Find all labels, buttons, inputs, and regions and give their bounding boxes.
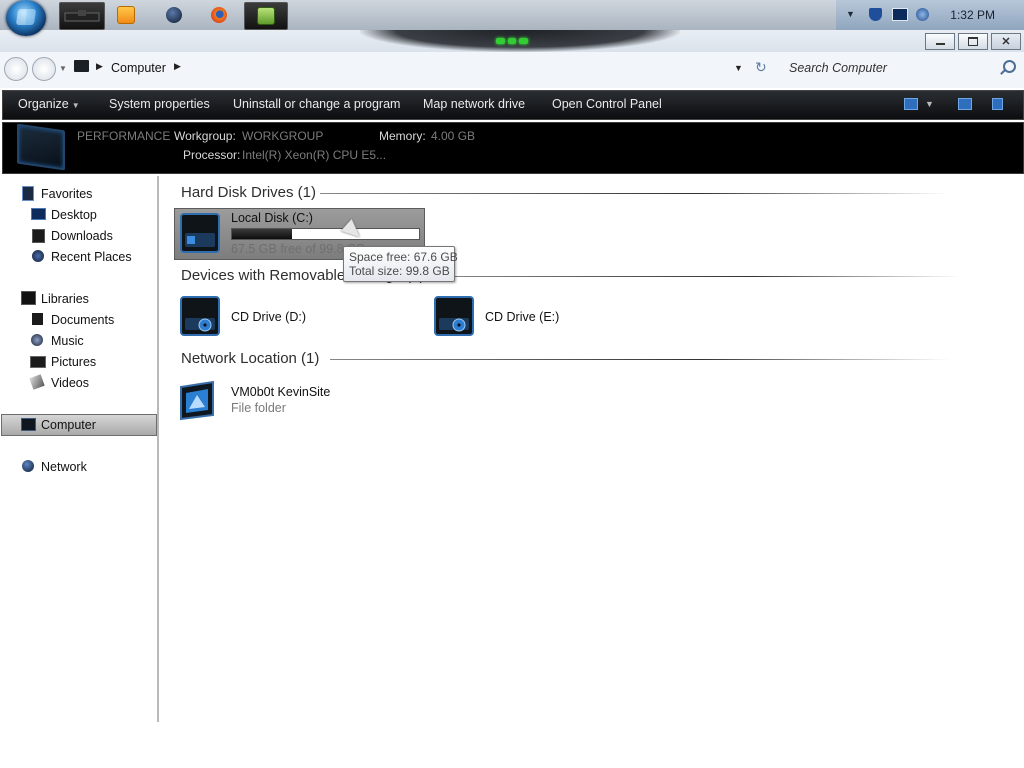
network-location-name[interactable]: VM0b0t KevinSite	[231, 385, 330, 399]
workgroup-value: WORKGROUP	[242, 129, 324, 143]
globe-icon[interactable]	[164, 2, 184, 28]
title-bar-lights	[496, 38, 529, 44]
cd-drive-icon	[434, 296, 474, 336]
control-panel-icon[interactable]	[244, 2, 288, 30]
computer-icon	[74, 60, 89, 72]
firefox-icon[interactable]	[209, 2, 229, 28]
documents-icon	[32, 313, 43, 325]
processor-value: Intel(R) Xeon(R) CPU E5...	[242, 148, 387, 162]
minimize-button[interactable]	[925, 33, 955, 50]
hard-drive-icon	[180, 213, 220, 253]
breadcrumb-arrow-icon[interactable]: ▶	[174, 61, 181, 72]
computer-name: PERFORMANCE	[77, 129, 171, 143]
clock[interactable]: 1:32 PM	[950, 8, 995, 22]
view-options-dropdown[interactable]: ▼	[925, 99, 934, 109]
downloads-icon	[32, 229, 45, 243]
organize-button[interactable]: Organize ▼	[18, 97, 80, 111]
desktop-icon	[31, 208, 46, 220]
pictures-icon	[30, 356, 46, 368]
local-disk-c-name[interactable]: Local Disk (C:)	[231, 211, 313, 225]
search-icon[interactable]	[1003, 60, 1016, 73]
chevron-down-icon: ▼	[71, 101, 80, 110]
music-icon	[31, 334, 43, 346]
network-folder-icon	[180, 380, 214, 421]
system-properties-button[interactable]: System properties	[109, 97, 210, 111]
map-network-drive-button[interactable]: Map network drive	[423, 97, 525, 111]
tooltip-total-size: Total size: 99.8 GB	[349, 264, 450, 278]
minimize-icon	[935, 42, 945, 45]
network-globe-icon	[22, 460, 34, 472]
security-shield-icon[interactable]	[869, 8, 882, 21]
windows-orb-icon[interactable]	[6, 0, 46, 36]
preview-pane-icon[interactable]	[958, 98, 972, 110]
refresh-icon[interactable]: ↻	[755, 59, 767, 76]
disk-tooltip: Space free: 67.6 GB Total size: 99.8 GB	[343, 246, 458, 282]
back-button[interactable]	[4, 57, 28, 81]
nav-documents[interactable]: Documents	[51, 313, 114, 327]
show-hidden-icons-chevron[interactable]: ▼	[846, 9, 859, 22]
nav-downloads[interactable]: Downloads	[51, 229, 113, 243]
breadcrumb-computer[interactable]: Computer	[111, 61, 166, 75]
workgroup-label: Workgroup:	[174, 129, 236, 143]
close-button[interactable]: ✕	[991, 33, 1021, 50]
group-header-hard-disk-drives[interactable]: Hard Disk Drives (1)	[181, 184, 316, 201]
processor-label: Processor:	[183, 148, 241, 162]
explorer-window-icon[interactable]	[59, 2, 105, 30]
close-icon: ✕	[1001, 36, 1011, 48]
help-icon[interactable]	[992, 98, 1003, 110]
cd-drive-d-name[interactable]: CD Drive (D:)	[231, 310, 306, 324]
address-dropdown[interactable]: ▼	[734, 63, 743, 73]
open-control-panel-button[interactable]: Open Control Panel	[552, 97, 662, 111]
recent-pages-dropdown[interactable]: ▼	[59, 64, 67, 73]
libraries-icon	[21, 291, 36, 305]
disk-usage-fill	[232, 229, 292, 239]
memory-label: Memory:	[379, 129, 426, 143]
tooltip-space-free: Space free: 67.6 GB	[349, 250, 458, 264]
nav-favorites[interactable]: Favorites	[41, 187, 92, 201]
disk-usage-bar	[231, 228, 420, 240]
recent-places-icon	[32, 250, 44, 262]
group-header-network-location[interactable]: Network Location (1)	[181, 350, 319, 367]
favorites-star-icon	[22, 186, 34, 201]
forward-button[interactable]	[32, 57, 56, 81]
nav-videos[interactable]: Videos	[51, 376, 89, 390]
maximize-button[interactable]	[958, 33, 988, 50]
uninstall-program-button[interactable]: Uninstall or change a program	[233, 97, 400, 111]
nav-desktop[interactable]: Desktop	[51, 208, 97, 222]
computer-icon	[21, 418, 36, 431]
organize-label: Organize	[18, 97, 69, 111]
network-monitor-icon[interactable]	[892, 8, 908, 21]
cd-drive-e-name[interactable]: CD Drive (E:)	[485, 310, 559, 324]
computer-monitor-icon	[17, 123, 65, 171]
media-player-icon[interactable]	[116, 2, 136, 28]
breadcrumb-arrow-icon[interactable]: ▶	[96, 61, 103, 72]
volume-icon[interactable]	[916, 8, 929, 21]
nav-computer[interactable]: Computer	[41, 418, 96, 432]
notification-area	[836, 0, 1024, 30]
nav-pictures[interactable]: Pictures	[51, 355, 96, 369]
nav-music[interactable]: Music	[51, 334, 84, 348]
search-input[interactable]	[778, 56, 1024, 80]
nav-libraries[interactable]: Libraries	[41, 292, 89, 306]
cd-drive-icon	[180, 296, 220, 336]
group-divider	[440, 276, 960, 277]
network-location-type: File folder	[231, 401, 286, 415]
memory-value: 4.00 GB	[431, 129, 476, 143]
restore-icon	[968, 37, 978, 46]
group-divider	[320, 193, 950, 194]
nav-recent-places[interactable]: Recent Places	[51, 250, 132, 264]
group-divider	[330, 359, 950, 360]
change-view-icon[interactable]	[904, 98, 918, 110]
nav-network[interactable]: Network	[41, 460, 87, 474]
